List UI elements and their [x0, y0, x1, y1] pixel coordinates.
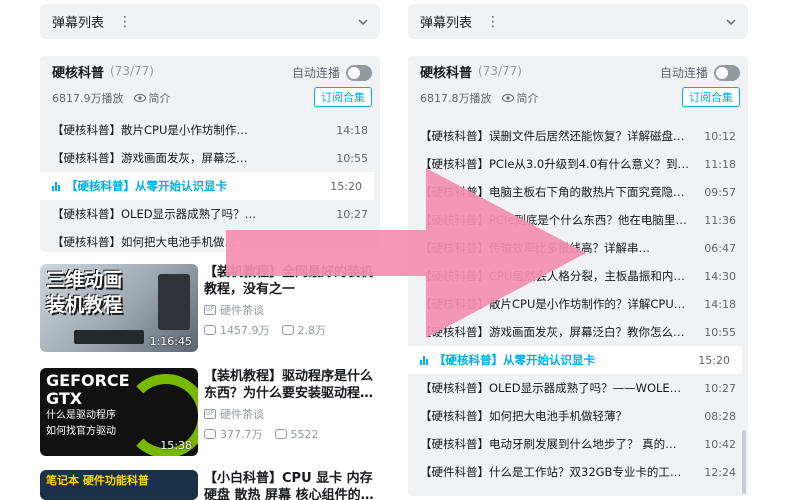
video-title[interactable]: 【装机教程】驱动程序是什么东西？为什么要安装驱动程… [204, 368, 380, 402]
playlist-views: 6817.9万播放 [52, 92, 124, 105]
playlist-item-title: 【硬核科普】游戏画面发灰，屏幕泛… [52, 151, 248, 165]
play-count-icon [204, 325, 216, 335]
danmaku-count-icon [274, 429, 287, 439]
playlist-item[interactable]: 【硬核科普】电动牙刷发展到什么地步了？ 真的… 10:42 [408, 430, 748, 458]
playlist-item-duration: 06:47 [704, 241, 736, 255]
playlist-item-duration: 15:20 [698, 353, 730, 367]
more-icon[interactable]: ⋮ [118, 14, 132, 30]
thumbnail-graphic [158, 274, 190, 330]
thumbnail-text: 笔记本 硬件功能科普 [46, 474, 149, 487]
playlist-item-title: 【硬核科普】散片CPU是小作坊制作… [52, 123, 248, 137]
playlist-item-duration: 14:30 [704, 269, 736, 283]
video-thumbnail[interactable]: 三维动画 装机教程 1:16:45 [40, 264, 198, 352]
autoplay-control: 自动连播 [660, 64, 740, 81]
playlist-item-title: 【硬核科普】误删文件后居然还能恢复？详解磁盘… [420, 129, 685, 143]
intro-label: 简介 [516, 92, 539, 105]
up-icon: UP [204, 409, 216, 419]
thumbnail-text: 三维动画 装机教程 [46, 269, 123, 316]
thumbnail-text: GEFORCE GTX [46, 371, 130, 408]
now-playing-icon [52, 181, 60, 191]
uploader-name: 硬件茶谈 [220, 408, 264, 421]
video-duration: 15:38 [160, 439, 192, 452]
thumbnail-graphic [74, 330, 144, 344]
playlist-item-title: 【硬核科普】电动牙刷发展到什么地步了？ 真的… [420, 437, 677, 451]
view-count: 377.7万 [220, 428, 263, 441]
playlist-item-current[interactable]: 【硬核科普】从零开始认识显卡 15:20 [408, 346, 742, 374]
playlist-item-duration: 14:18 [704, 297, 736, 311]
playlist-scrollbar[interactable] [742, 430, 746, 494]
video-thumbnail[interactable]: 笔记本 硬件功能科普 [40, 470, 198, 500]
play-count-icon [204, 429, 216, 439]
playlist-item[interactable]: 【硬核科普】如何把大电池手机做轻薄？ 08:28 [408, 402, 748, 430]
more-icon[interactable]: ⋮ [486, 14, 500, 30]
intro-label: 简介 [148, 92, 171, 105]
playlist-count: (73/77) [478, 64, 522, 78]
video-stats: 377.7万 5522 [204, 426, 380, 442]
playlist-item-duration: 10:55 [704, 325, 736, 339]
playlist-item-duration: 08:28 [704, 409, 736, 423]
danmaku-list-bar[interactable]: 弹幕列表 ⋮ [40, 4, 380, 39]
autoplay-toggle[interactable] [346, 64, 372, 81]
playlist-item-duration: 11:18 [704, 157, 736, 171]
playlist-views: 6817.8万播放 [420, 92, 492, 105]
subscribe-button[interactable]: 订阅合集 [682, 87, 740, 107]
recommended-video-card[interactable]: GEFORCE GTX 什么是驱动程序 如何找官方驱动 15:38 【装机教程】… [40, 368, 380, 464]
playlist-item-title: 【硬核科普】OLED显示器成熟了吗？——WOLE… [420, 381, 682, 395]
playlist-item-duration: 12:24 [704, 465, 736, 479]
playlist-item-duration: 10:55 [336, 151, 368, 165]
danmaku-list-label: 弹幕列表 [52, 16, 105, 31]
danmaku-count: 5522 [290, 427, 319, 441]
intro-link[interactable]: 简介 [501, 90, 539, 106]
autoplay-control: 自动连播 [292, 64, 372, 81]
subscribe-button[interactable]: 订阅合集 [314, 87, 372, 107]
up-icon: UP [204, 305, 216, 315]
playlist-item-duration: 09:57 [704, 185, 736, 199]
danmaku-list-bar[interactable]: 弹幕列表 ⋮ [408, 4, 748, 39]
chevron-down-icon[interactable] [726, 17, 736, 27]
video-title[interactable]: 【小白科普】CPU 显卡 内存 硬盘 散热 屏幕 核心组件的… [204, 470, 380, 500]
thumbnail-text: 什么是驱动程序 如何找官方驱动 [46, 410, 116, 437]
recommended-video-card[interactable]: 笔记本 硬件功能科普 【小白科普】CPU 显卡 内存 硬盘 散热 屏幕 核心组件… [40, 470, 380, 500]
chevron-down-icon[interactable] [358, 17, 368, 27]
playlist-item[interactable]: 【硬核科普】散片CPU是小作坊制作… 14:18 [40, 116, 380, 144]
playlist-item-title: 【硬件科普】什么是工作站？双32GB专业卡的工… [420, 465, 682, 479]
playlist-count: (73/77) [110, 64, 154, 78]
playlist-item-title: 【硬核科普】如何把大电池手机做轻薄？ [420, 409, 627, 423]
transition-arrow-graphic [226, 168, 586, 338]
playlist-item-duration: 11:36 [704, 213, 736, 227]
now-playing-icon [420, 355, 428, 365]
video-duration: 1:16:45 [149, 335, 192, 348]
playlist-item[interactable]: 【硬核科普】误删文件后居然还能恢复？详解磁盘… 10:12 [408, 122, 748, 150]
video-thumbnail[interactable]: GEFORCE GTX 什么是驱动程序 如何找官方驱动 15:38 [40, 368, 198, 456]
playlist-item-duration: 10:12 [704, 129, 736, 143]
autoplay-label: 自动连播 [659, 66, 708, 80]
playlist-item[interactable]: 【硬件科普】什么是工作站？双32GB专业卡的工… 12:24 [408, 458, 748, 486]
eye-icon [133, 94, 146, 102]
autoplay-label: 自动连播 [291, 66, 340, 80]
intro-link[interactable]: 简介 [133, 90, 171, 106]
playlist-item-duration: 14:18 [336, 123, 368, 137]
uploader[interactable]: UP 硬件茶谈 [204, 406, 380, 422]
playlist-item-title: 【硬核科普】从零开始认识显卡 [434, 353, 595, 367]
playlist-item[interactable]: 【硬核科普】OLED显示器成熟了吗？——WOLE… 10:27 [408, 374, 748, 402]
eye-icon [501, 94, 514, 102]
playlist-item-duration: 10:27 [704, 381, 736, 395]
playlist-title[interactable]: 硬核科普 [420, 62, 472, 81]
autoplay-toggle[interactable] [714, 64, 740, 81]
playlist-item-duration: 10:42 [704, 437, 736, 451]
danmaku-list-label: 弹幕列表 [420, 16, 473, 31]
playlist-title[interactable]: 硬核科普 [52, 62, 104, 81]
